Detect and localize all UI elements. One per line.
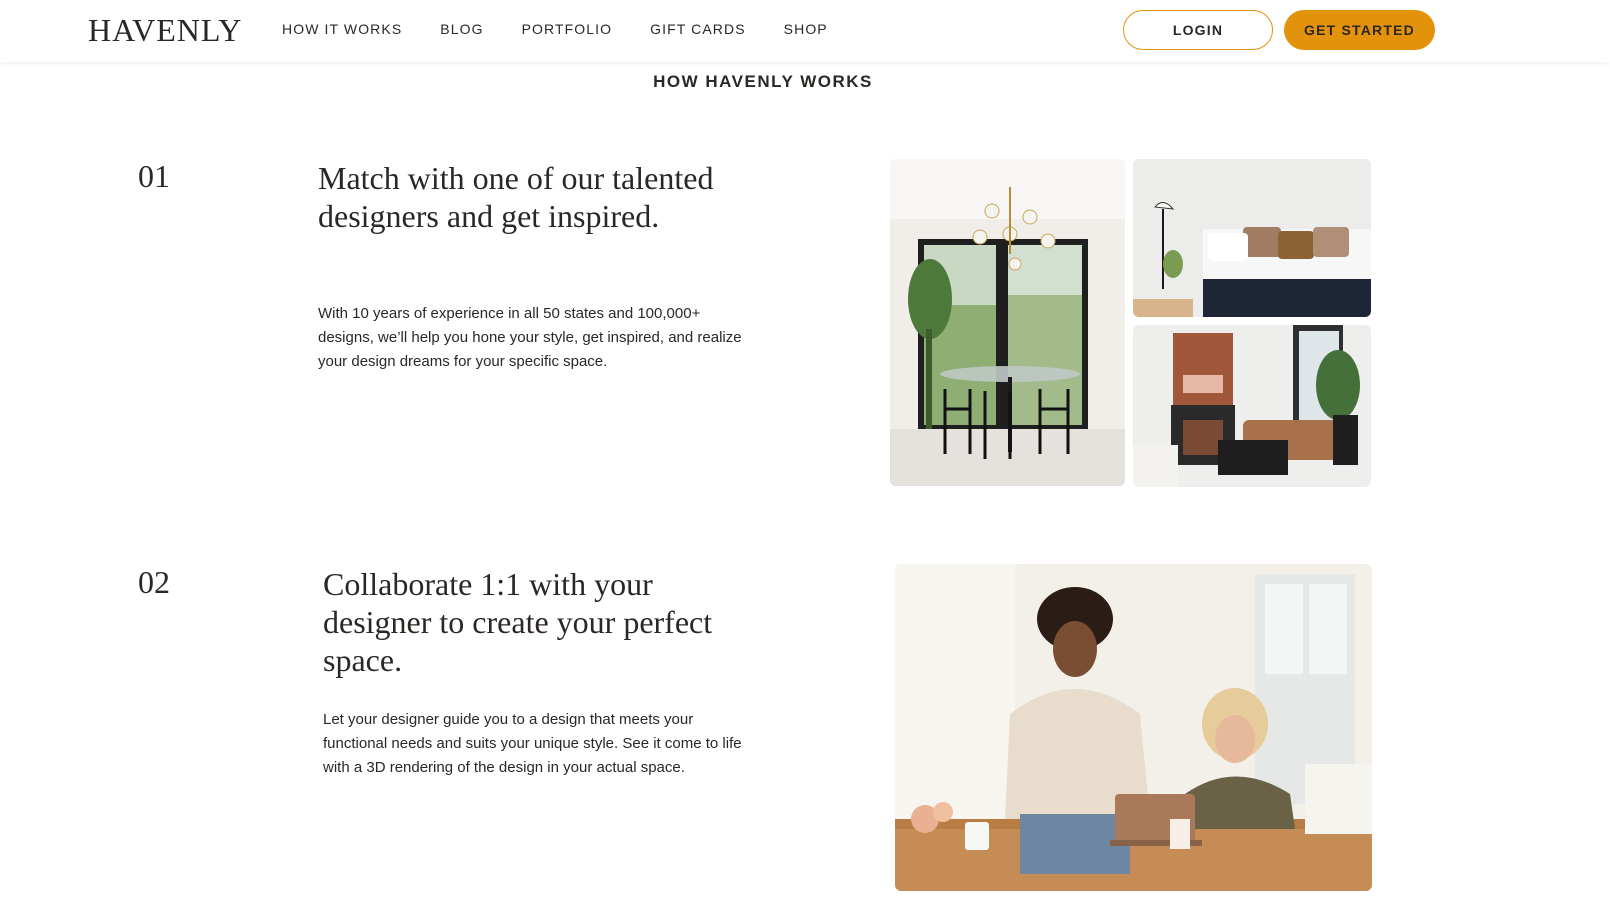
havenly-logo[interactable]: HAVENLY <box>88 10 242 50</box>
nav-blog[interactable]: BLOG <box>440 20 483 38</box>
living-room-photo <box>1133 325 1371 487</box>
site-header: HAVENLY HOW IT WORKS BLOG PORTFOLIO GIFT… <box>0 0 1610 62</box>
bedroom-photo <box>1133 159 1371 317</box>
nav-shop[interactable]: SHOP <box>784 20 828 38</box>
nav-portfolio[interactable]: PORTFOLIO <box>522 20 613 38</box>
section-title: HOW HAVENLY WORKS <box>653 72 873 91</box>
step-heading: Collaborate 1:1 with your designer to cr… <box>323 566 713 678</box>
step-number: 01 <box>138 158 170 194</box>
dining-room-photo <box>890 159 1125 486</box>
get-started-button[interactable]: GET STARTED <box>1284 10 1435 50</box>
step-description: With 10 years of experience in all 50 st… <box>318 305 742 370</box>
main-nav: HOW IT WORKS BLOG PORTFOLIO GIFT CARDS S… <box>282 20 866 38</box>
nav-gift-cards[interactable]: GIFT CARDS <box>650 20 746 38</box>
step-description: Let your designer guide you to a design … <box>323 711 742 776</box>
step-heading: Match with one of our talented designers… <box>318 160 714 234</box>
login-button[interactable]: LOGIN <box>1123 10 1273 50</box>
designers-collaborating-photo <box>895 564 1372 891</box>
nav-how-it-works[interactable]: HOW IT WORKS <box>282 20 402 38</box>
step-number: 02 <box>138 564 170 600</box>
